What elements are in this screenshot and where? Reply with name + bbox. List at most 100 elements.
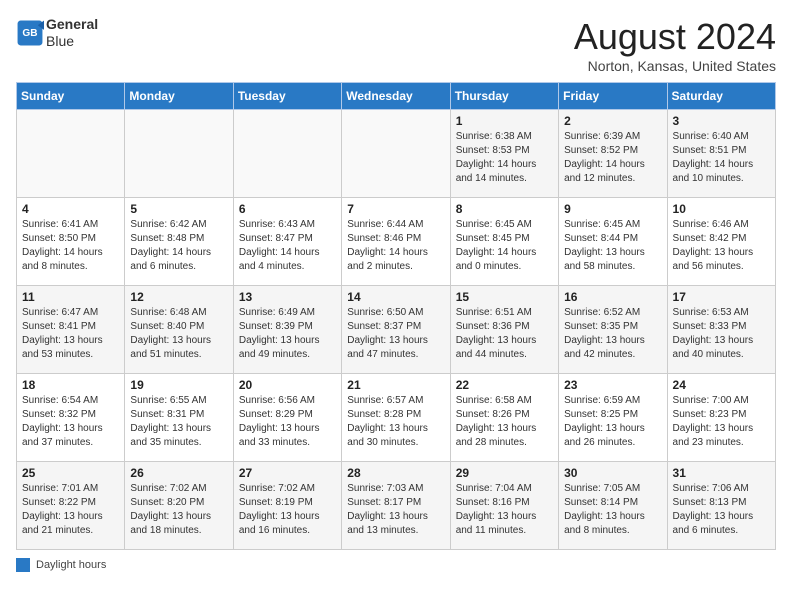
calendar-cell: 20 Sunrise: 6:56 AM Sunset: 8:29 PM Dayli… [233, 374, 341, 462]
page-header: GB General Blue August 2024 Norton, Kans… [16, 16, 776, 74]
calendar-week-row: 18 Sunrise: 6:54 AM Sunset: 8:32 PM Dayli… [17, 374, 776, 462]
day-info: Sunrise: 6:46 AM Sunset: 8:42 PM Dayligh… [673, 218, 770, 274]
day-number: 18 [22, 378, 119, 392]
day-info: Sunrise: 6:42 AM Sunset: 8:48 PM Dayligh… [130, 218, 227, 274]
column-header-tuesday: Tuesday [233, 83, 341, 110]
day-info: Sunrise: 6:59 AM Sunset: 8:25 PM Dayligh… [564, 394, 661, 450]
column-header-saturday: Saturday [667, 83, 775, 110]
day-info: Sunrise: 7:02 AM Sunset: 8:20 PM Dayligh… [130, 482, 227, 538]
day-info: Sunrise: 6:40 AM Sunset: 8:51 PM Dayligh… [673, 130, 770, 186]
column-header-sunday: Sunday [17, 83, 125, 110]
day-info: Sunrise: 6:38 AM Sunset: 8:53 PM Dayligh… [456, 130, 553, 186]
column-header-friday: Friday [559, 83, 667, 110]
day-number: 22 [456, 378, 553, 392]
day-info: Sunrise: 6:57 AM Sunset: 8:28 PM Dayligh… [347, 394, 444, 450]
legend: Daylight hours [16, 558, 776, 572]
day-number: 9 [564, 202, 661, 216]
calendar-week-row: 11Sunrise: 6:47 AM Sunset: 8:41 PM Dayli… [17, 286, 776, 374]
day-info: Sunrise: 6:45 AM Sunset: 8:44 PM Dayligh… [564, 218, 661, 274]
day-number: 1 [456, 114, 553, 128]
day-number: 29 [456, 466, 553, 480]
day-number: 25 [22, 466, 119, 480]
calendar-cell: 2 Sunrise: 6:39 AM Sunset: 8:52 PM Daylig… [559, 110, 667, 198]
calendar-cell: 19 Sunrise: 6:55 AM Sunset: 8:31 PM Dayli… [125, 374, 233, 462]
calendar-cell: 21Sunrise: 6:57 AM Sunset: 8:28 PM Dayli… [342, 374, 450, 462]
day-number: 15 [456, 290, 553, 304]
day-info: Sunrise: 6:51 AM Sunset: 8:36 PM Dayligh… [456, 306, 553, 362]
day-info: Sunrise: 6:39 AM Sunset: 8:52 PM Dayligh… [564, 130, 661, 186]
day-info: Sunrise: 6:56 AM Sunset: 8:29 PM Dayligh… [239, 394, 336, 450]
calendar-cell: 15 Sunrise: 6:51 AM Sunset: 8:36 PM Dayli… [450, 286, 558, 374]
day-number: 23 [564, 378, 661, 392]
column-header-wednesday: Wednesday [342, 83, 450, 110]
svg-text:GB: GB [22, 28, 37, 39]
calendar-cell: 28Sunrise: 7:03 AM Sunset: 8:17 PM Dayli… [342, 462, 450, 550]
day-number: 26 [130, 466, 227, 480]
day-number: 31 [673, 466, 770, 480]
legend-label: Daylight hours [36, 559, 106, 571]
day-info: Sunrise: 6:48 AM Sunset: 8:40 PM Dayligh… [130, 306, 227, 362]
calendar-cell: 3 Sunrise: 6:40 AM Sunset: 8:51 PM Daylig… [667, 110, 775, 198]
day-number: 24 [673, 378, 770, 392]
column-header-monday: Monday [125, 83, 233, 110]
logo-blue: Blue [46, 33, 98, 50]
day-info: Sunrise: 6:49 AM Sunset: 8:39 PM Dayligh… [239, 306, 336, 362]
day-number: 12 [130, 290, 227, 304]
calendar-cell: 23 Sunrise: 6:59 AM Sunset: 8:25 PM Dayli… [559, 374, 667, 462]
day-info: Sunrise: 7:04 AM Sunset: 8:16 PM Dayligh… [456, 482, 553, 538]
day-number: 6 [239, 202, 336, 216]
calendar-cell: 7Sunrise: 6:44 AM Sunset: 8:46 PM Daylig… [342, 198, 450, 286]
logo-icon: GB [16, 19, 44, 47]
day-info: Sunrise: 7:01 AM Sunset: 8:22 PM Dayligh… [22, 482, 119, 538]
calendar-cell: 11Sunrise: 6:47 AM Sunset: 8:41 PM Dayli… [17, 286, 125, 374]
day-number: 11 [22, 290, 119, 304]
calendar-header-row: SundayMondayTuesdayWednesdayThursdayFrid… [17, 83, 776, 110]
calendar-cell: 24 Sunrise: 7:00 AM Sunset: 8:23 PM Dayli… [667, 374, 775, 462]
day-number: 2 [564, 114, 661, 128]
calendar-cell: 16Sunrise: 6:52 AM Sunset: 8:35 PM Dayli… [559, 286, 667, 374]
day-info: Sunrise: 6:41 AM Sunset: 8:50 PM Dayligh… [22, 218, 119, 274]
calendar-cell: 18 Sunrise: 6:54 AM Sunset: 8:32 PM Dayli… [17, 374, 125, 462]
day-number: 3 [673, 114, 770, 128]
day-number: 4 [22, 202, 119, 216]
calendar-cell: 10 Sunrise: 6:46 AM Sunset: 8:42 PM Dayli… [667, 198, 775, 286]
day-number: 30 [564, 466, 661, 480]
day-number: 27 [239, 466, 336, 480]
day-info: Sunrise: 7:00 AM Sunset: 8:23 PM Dayligh… [673, 394, 770, 450]
calendar-table: SundayMondayTuesdayWednesdayThursdayFrid… [16, 82, 776, 550]
calendar-cell: 4 Sunrise: 6:41 AM Sunset: 8:50 PM Daylig… [17, 198, 125, 286]
calendar-cell: 31 Sunrise: 7:06 AM Sunset: 8:13 PM Dayli… [667, 462, 775, 550]
day-info: Sunrise: 6:45 AM Sunset: 8:45 PM Dayligh… [456, 218, 553, 274]
calendar-cell [17, 110, 125, 198]
day-number: 20 [239, 378, 336, 392]
day-number: 13 [239, 290, 336, 304]
calendar-week-row: 4 Sunrise: 6:41 AM Sunset: 8:50 PM Daylig… [17, 198, 776, 286]
location: Norton, Kansas, United States [574, 58, 776, 74]
calendar-cell: 27Sunrise: 7:02 AM Sunset: 8:19 PM Dayli… [233, 462, 341, 550]
calendar-cell: 5Sunrise: 6:42 AM Sunset: 8:48 PM Daylig… [125, 198, 233, 286]
day-number: 10 [673, 202, 770, 216]
day-number: 17 [673, 290, 770, 304]
logo-general: General [46, 16, 98, 33]
calendar-cell: 13 Sunrise: 6:49 AM Sunset: 8:39 PM Dayli… [233, 286, 341, 374]
calendar-cell: 26 Sunrise: 7:02 AM Sunset: 8:20 PM Dayli… [125, 462, 233, 550]
calendar-cell: 6Sunrise: 6:43 AM Sunset: 8:47 PM Daylig… [233, 198, 341, 286]
logo-text: General Blue [46, 16, 98, 50]
title-block: August 2024 Norton, Kansas, United State… [574, 16, 776, 74]
day-info: Sunrise: 7:05 AM Sunset: 8:14 PM Dayligh… [564, 482, 661, 538]
calendar-cell: 30 Sunrise: 7:05 AM Sunset: 8:14 PM Dayli… [559, 462, 667, 550]
logo: GB General Blue [16, 16, 98, 50]
day-info: Sunrise: 6:54 AM Sunset: 8:32 PM Dayligh… [22, 394, 119, 450]
day-number: 14 [347, 290, 444, 304]
calendar-week-row: 1 Sunrise: 6:38 AM Sunset: 8:53 PM Daylig… [17, 110, 776, 198]
day-info: Sunrise: 7:03 AM Sunset: 8:17 PM Dayligh… [347, 482, 444, 538]
calendar-cell: 22 Sunrise: 6:58 AM Sunset: 8:26 PM Dayli… [450, 374, 558, 462]
day-info: Sunrise: 6:58 AM Sunset: 8:26 PM Dayligh… [456, 394, 553, 450]
day-info: Sunrise: 7:06 AM Sunset: 8:13 PM Dayligh… [673, 482, 770, 538]
day-info: Sunrise: 6:55 AM Sunset: 8:31 PM Dayligh… [130, 394, 227, 450]
day-info: Sunrise: 6:50 AM Sunset: 8:37 PM Dayligh… [347, 306, 444, 362]
calendar-cell: 8Sunrise: 6:45 AM Sunset: 8:45 PM Daylig… [450, 198, 558, 286]
day-info: Sunrise: 6:44 AM Sunset: 8:46 PM Dayligh… [347, 218, 444, 274]
day-number: 19 [130, 378, 227, 392]
calendar-cell [125, 110, 233, 198]
